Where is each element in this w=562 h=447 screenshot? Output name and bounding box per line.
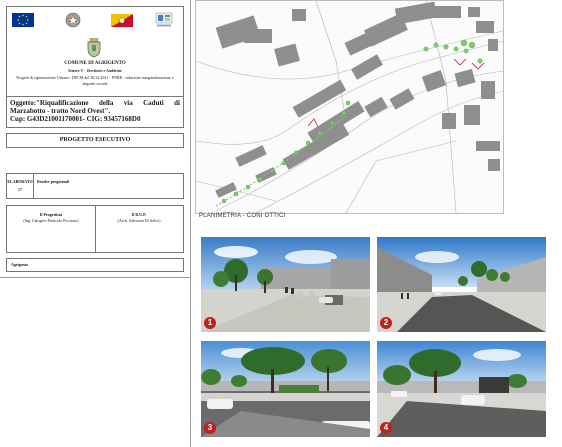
map-caption: PLANIMETRIA - CONI OTTICI: [199, 213, 286, 219]
phase-box: PROGETTO ESECUTIVO: [6, 133, 184, 148]
rup-role: Il R.U.P.: [131, 212, 147, 217]
render-view-1: 1: [201, 237, 370, 332]
designer-name: (Ing. Calogero Patricolo Pecoraro): [23, 218, 79, 223]
render-number-badge: 2: [380, 317, 392, 329]
project-subject: Oggetto:"Riqualificazione della via Cadu…: [10, 99, 180, 115]
sheet-number: 17: [18, 187, 22, 192]
rup-name: (Arch. Salvatore Di Salvo): [117, 218, 161, 223]
subject-box: Oggetto:"Riqualificazione della via Cadu…: [6, 96, 184, 128]
update-label: Agrigento: [11, 262, 29, 267]
designer-role: Il Progettista: [39, 212, 63, 217]
render-view-4: 4: [377, 341, 546, 437]
program-description: Progetti di rigenerazione Urbana - DPCM …: [16, 75, 174, 86]
signature-box: Il Progettista (Ing. Calogero Patricolo …: [6, 205, 184, 253]
eu-flag-icon: [12, 13, 34, 27]
project-codes: Cup: G43D21001170001- CIG: 93457168D0: [10, 115, 141, 123]
buildings: [215, 1, 500, 198]
column-divider: [190, 0, 191, 447]
render-number-badge: 4: [380, 422, 392, 434]
render-number-badge: 1: [204, 317, 216, 329]
sicily-region-logo-icon: [111, 14, 133, 27]
municipality-name: COMUNE DI AGRIGENTO: [64, 61, 126, 66]
header-box: COMUNE DI AGRIGENTO Settore V - Territor…: [6, 6, 184, 98]
sheet-label: ELABORATO: [7, 179, 33, 184]
department-name: Settore V - Territorio e Ambiente: [68, 68, 122, 73]
bottom-rule: [0, 277, 190, 278]
site-plan-drawing: [196, 1, 503, 213]
render-number-badge: 3: [204, 422, 216, 434]
logo-strip: [7, 7, 183, 33]
sheet-title: Render progettuali: [37, 179, 70, 184]
drawing-sheet: COMUNE DI AGRIGENTO Settore V - Territor…: [0, 0, 562, 447]
pnrr-logo-icon: [155, 12, 173, 27]
update-box: Agrigento: [6, 258, 184, 272]
title-block: COMUNE DI AGRIGENTO Settore V - Territor…: [0, 0, 190, 447]
sheet-box: ELABORATO 17 Render progettuali: [6, 173, 184, 199]
render-view-2: 2: [377, 237, 546, 332]
project-phase: PROGETTO ESECUTIVO: [59, 137, 131, 143]
site-plan-map: [195, 0, 504, 214]
agrigento-coat-of-arms-icon: [87, 38, 101, 58]
italian-republic-emblem-icon: [65, 12, 81, 28]
render-view-3: 3: [201, 341, 370, 437]
